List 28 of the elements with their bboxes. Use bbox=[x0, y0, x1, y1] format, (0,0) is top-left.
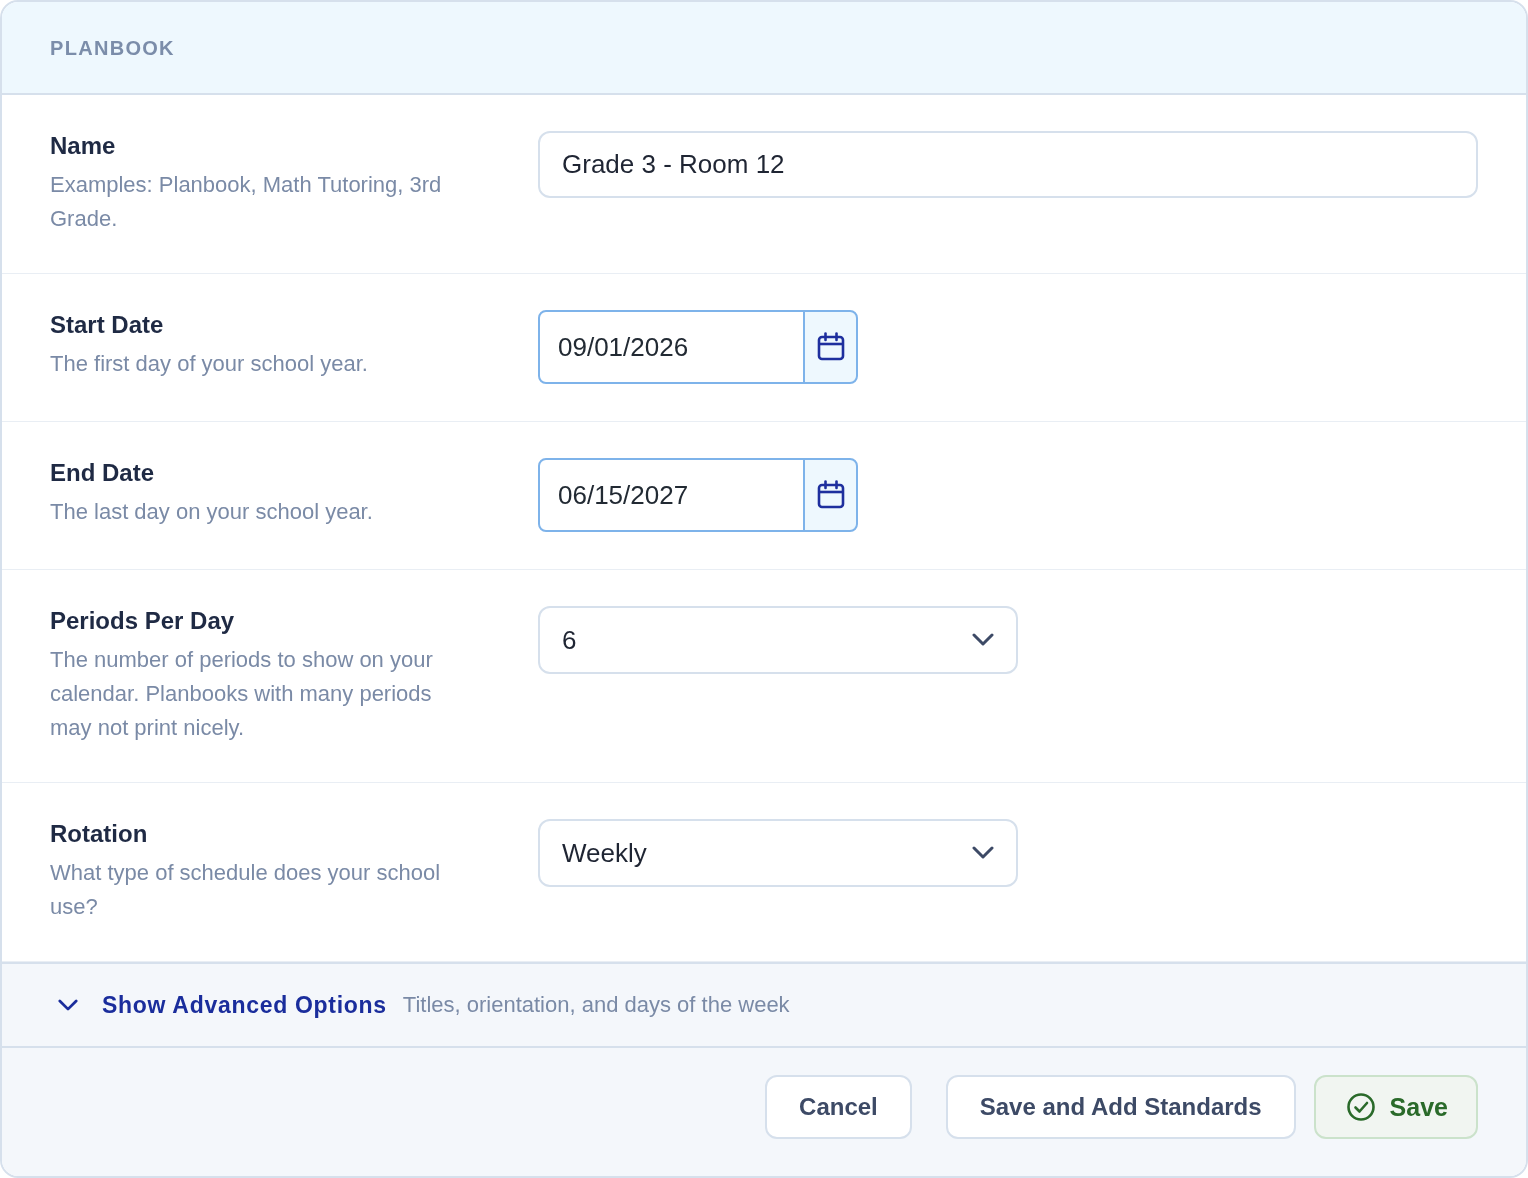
field-label: Rotation bbox=[50, 819, 149, 849]
chevron-down-icon bbox=[972, 633, 994, 647]
save-button[interactable]: Save bbox=[1313, 1075, 1478, 1139]
advanced-options-toggle[interactable]: Show Advanced Options bbox=[58, 990, 387, 1020]
field-description: The first day of your school year. bbox=[50, 350, 369, 378]
calendar-icon bbox=[815, 480, 846, 510]
action-button[interactable]: Save and Add Standards bbox=[945, 1075, 1296, 1139]
calendar-button[interactable] bbox=[803, 458, 858, 532]
field-description: Examples: Planbook, Math Tutoring, 3rd Grade. bbox=[50, 171, 443, 233]
calendar-icon bbox=[815, 332, 846, 362]
dropdown-field[interactable]: Weekly bbox=[538, 819, 1018, 887]
chevron-down-icon bbox=[972, 846, 994, 860]
date-input[interactable]: 09/01/2026 bbox=[538, 310, 804, 384]
field-label: Name bbox=[50, 131, 117, 161]
dropdown-field[interactable]: 6 bbox=[538, 606, 1018, 674]
text-input[interactable]: Grade 3 - Room 12 bbox=[538, 131, 1478, 198]
date-input[interactable]: 06/15/2027 bbox=[538, 458, 804, 532]
cancel-button[interactable]: Cancel bbox=[765, 1075, 912, 1139]
field-description: What type of schedule does your school use? bbox=[50, 859, 442, 921]
advanced-options-description: Titles, orientation, and days of the week bbox=[402, 991, 790, 1019]
field-description: The last day on your school year. bbox=[50, 498, 374, 526]
check-circle-icon bbox=[1345, 1092, 1376, 1122]
field-label: End Date bbox=[50, 458, 155, 488]
field-label: Periods Per Day bbox=[50, 606, 236, 636]
field-description: The number of periods to show on your calendar. Planbooks with many periods may not print nicely. bbox=[50, 646, 434, 742]
field-label: Start Date bbox=[50, 310, 165, 340]
calendar-button[interactable] bbox=[803, 310, 858, 384]
card-title: PLANBOOK bbox=[50, 37, 175, 58]
